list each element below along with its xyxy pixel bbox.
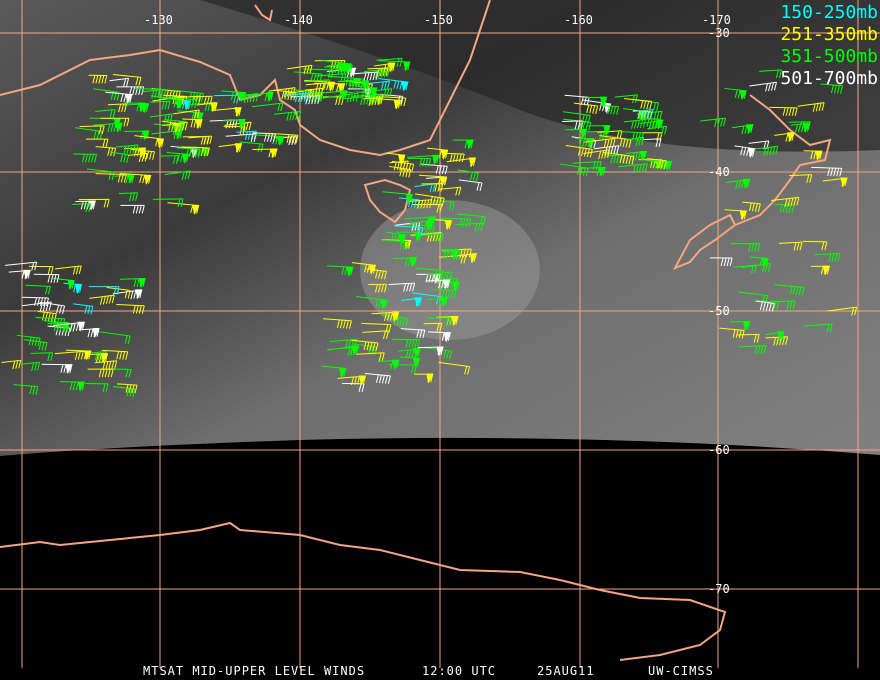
coast-antarctica (0, 521, 727, 661)
latitude-label: -40 (708, 165, 730, 179)
caption-date: 25AUG11 (537, 664, 595, 678)
legend-150-250: 150-250mb (780, 2, 878, 23)
legend-501-700: 501-700mb (780, 68, 878, 89)
latitude-label: -60 (708, 443, 730, 457)
legend-351-500: 351-500mb (780, 46, 878, 67)
map-canvas: -130 -140 -150 -160 -170 -30 -40 -50 -60 -70 (0, 0, 880, 668)
caption-source: UW-CIMSS (648, 664, 714, 678)
caption-bar: MTSAT MID-UPPER LEVEL WINDS 12:00 UTC 25… (0, 662, 880, 680)
legend-251-350: 251-350mb (780, 24, 878, 45)
longitude-label: -170 (702, 13, 731, 27)
satellite-map: -130 -140 -150 -160 -170 -30 -40 -50 -60 -70 150… (0, 0, 880, 680)
longitude-label: -130 (144, 13, 173, 27)
caption-product: MTSAT MID-UPPER LEVEL WINDS (143, 664, 366, 678)
longitude-label: -140 (284, 13, 313, 27)
latitude-label: -70 (708, 582, 730, 596)
caption-time: 12:00 UTC (422, 664, 497, 678)
latitude-label: -30 (708, 26, 730, 40)
longitude-label: -150 (424, 13, 453, 27)
longitude-label: -160 (564, 13, 593, 27)
latitude-label: -50 (708, 304, 730, 318)
pressure-legend: 150-250mb 251-350mb 351-500mb 501-700mb (780, 2, 878, 90)
